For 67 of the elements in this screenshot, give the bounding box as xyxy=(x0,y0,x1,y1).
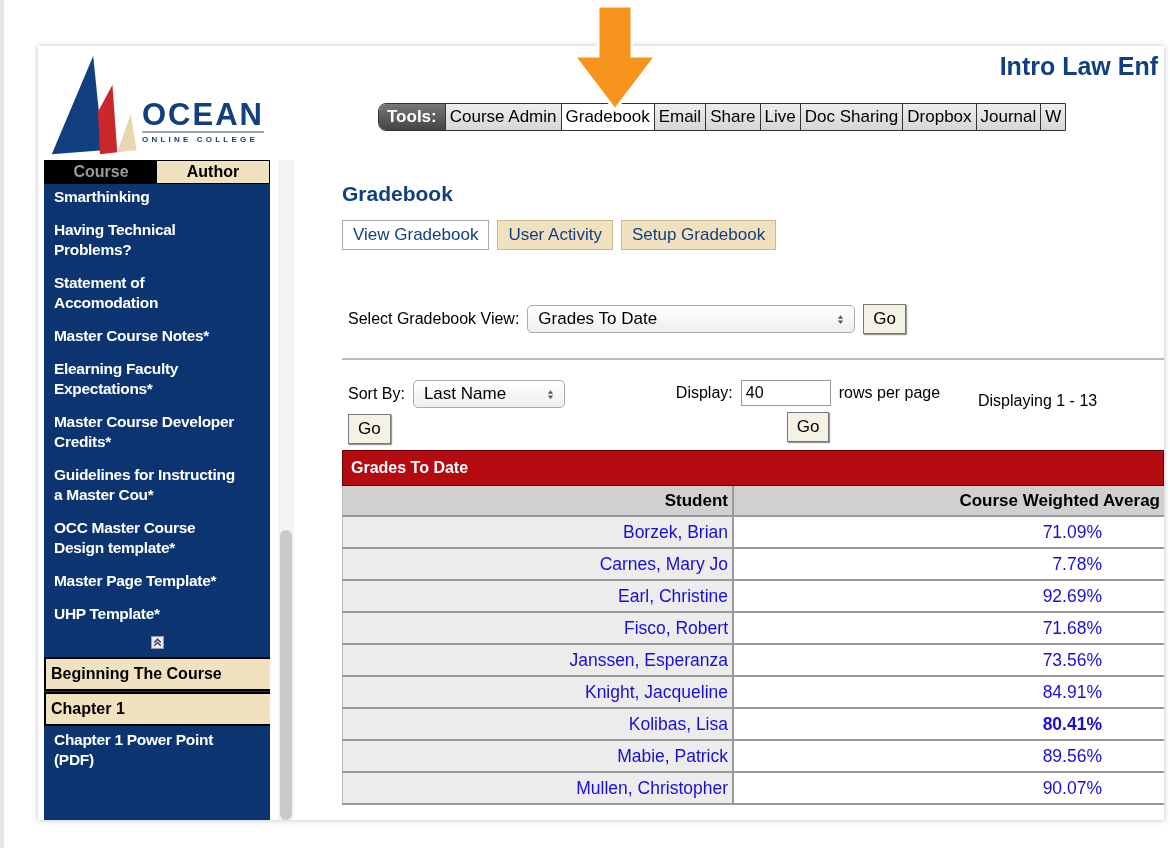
sidebar-tab[interactable]: Course xyxy=(45,161,157,183)
course-title: Intro Law Enf xyxy=(999,52,1158,81)
sort-select[interactable]: Last Name xyxy=(412,380,565,408)
sidebar-tab[interactable]: Author xyxy=(157,161,269,183)
go-button[interactable]: Go xyxy=(786,412,830,442)
subtab[interactable]: User Activity xyxy=(497,220,613,250)
sidebar-link[interactable]: Master Page Template* xyxy=(44,568,270,601)
rows-suffix: rows per page xyxy=(838,384,941,402)
student-link[interactable]: Borzek, Brian xyxy=(342,517,734,547)
table-cell-text: 80.41% xyxy=(1041,713,1103,736)
table-cell-text: 7.78% xyxy=(1051,553,1103,576)
student-link[interactable]: Earl, Christine xyxy=(342,581,734,611)
tool-tab[interactable]: Dropbox xyxy=(902,104,976,130)
view-label: Select Gradebook View: xyxy=(348,310,520,328)
page-title: Gradebook xyxy=(342,182,454,206)
column-header: Course Weighted Averag xyxy=(734,486,1164,515)
tool-tab[interactable]: Doc Sharing xyxy=(799,104,903,130)
table-cell-text: 84.91% xyxy=(1041,681,1103,704)
table-cell-text: 92.69% xyxy=(1041,585,1103,608)
table-cell-text: 73.56% xyxy=(1041,649,1103,672)
sidebar-link[interactable]: Having Technical Problems? xyxy=(44,217,270,270)
sidebar-link[interactable]: Statement of Accomodation xyxy=(44,270,270,323)
dropdown-arrows-icon xyxy=(837,313,845,325)
table-cell-text: 71.09% xyxy=(1041,521,1103,544)
go-button[interactable]: Go xyxy=(863,304,907,334)
tool-tab[interactable]: Course Admin xyxy=(444,104,561,130)
student-link[interactable]: Kolibas, Lisa xyxy=(342,709,734,739)
sidebar-link[interactable]: Elearning Faculty Expectations* xyxy=(44,356,270,409)
collapse-icon[interactable] xyxy=(150,636,164,649)
logo-tagline: ONLINE COLLEGE xyxy=(142,131,264,144)
display-label: Display: xyxy=(675,384,733,402)
sidebar-link[interactable]: Guidelines for Instructing a Master Cou* xyxy=(44,462,270,515)
student-link[interactable]: Mabie, Patrick xyxy=(342,741,734,771)
sidebar-link[interactable]: Chapter 1 Power Point (PDF) xyxy=(44,727,270,780)
dropdown-arrows-icon xyxy=(546,388,554,400)
tool-tab[interactable]: Share xyxy=(705,104,760,130)
subtab[interactable]: Setup Gradebook xyxy=(620,220,777,250)
rows-input[interactable]: 40 xyxy=(740,380,831,406)
sidebar-link[interactable]: OCC Master Course Design template* xyxy=(44,515,270,568)
tool-tab[interactable]: Journal xyxy=(975,104,1041,130)
tools-label: Tools: xyxy=(379,104,445,130)
tool-tab[interactable]: Email xyxy=(653,104,706,130)
tool-tab[interactable]: W xyxy=(1040,104,1066,130)
go-button[interactable]: Go xyxy=(348,414,391,444)
sidebar-section[interactable]: Chapter 1 xyxy=(44,692,270,726)
sidebar-link[interactable]: Master Course Notes* xyxy=(44,323,270,356)
student-link[interactable]: Knight, Jacqueline xyxy=(342,677,734,707)
sidebar-link[interactable]: UHP Template* xyxy=(44,601,270,634)
logo-name: OCEAN xyxy=(142,99,264,131)
view-select[interactable]: Grades To Date xyxy=(527,305,856,333)
student-link[interactable]: Fisco, Robert xyxy=(342,613,734,643)
sidebar-link[interactable]: Master Course Developer Credits* xyxy=(44,409,270,462)
subtab[interactable]: View Gradebook xyxy=(342,220,490,250)
tool-tab[interactable]: Live xyxy=(759,104,800,130)
sidebar-section[interactable]: Beginning The Course xyxy=(44,657,270,691)
column-header: Student xyxy=(342,486,734,515)
table-cell-text: 89.56% xyxy=(1041,745,1103,768)
table-cell-text: 90.07% xyxy=(1041,777,1103,800)
table-title: Grades To Date xyxy=(342,450,1164,486)
student-link[interactable]: Janssen, Esperanza xyxy=(342,645,734,675)
sort-label: Sort By: xyxy=(348,385,405,403)
scrollbar-thumb[interactable] xyxy=(280,530,292,820)
range-text: Displaying 1 - 13 xyxy=(978,392,1098,410)
student-link[interactable]: Carnes, Mary Jo xyxy=(342,549,734,579)
sidebar-link[interactable]: Smarthinking xyxy=(44,184,270,217)
student-link[interactable]: Mullen, Christopher xyxy=(342,773,734,803)
table-cell-text: 71.68% xyxy=(1041,617,1103,640)
